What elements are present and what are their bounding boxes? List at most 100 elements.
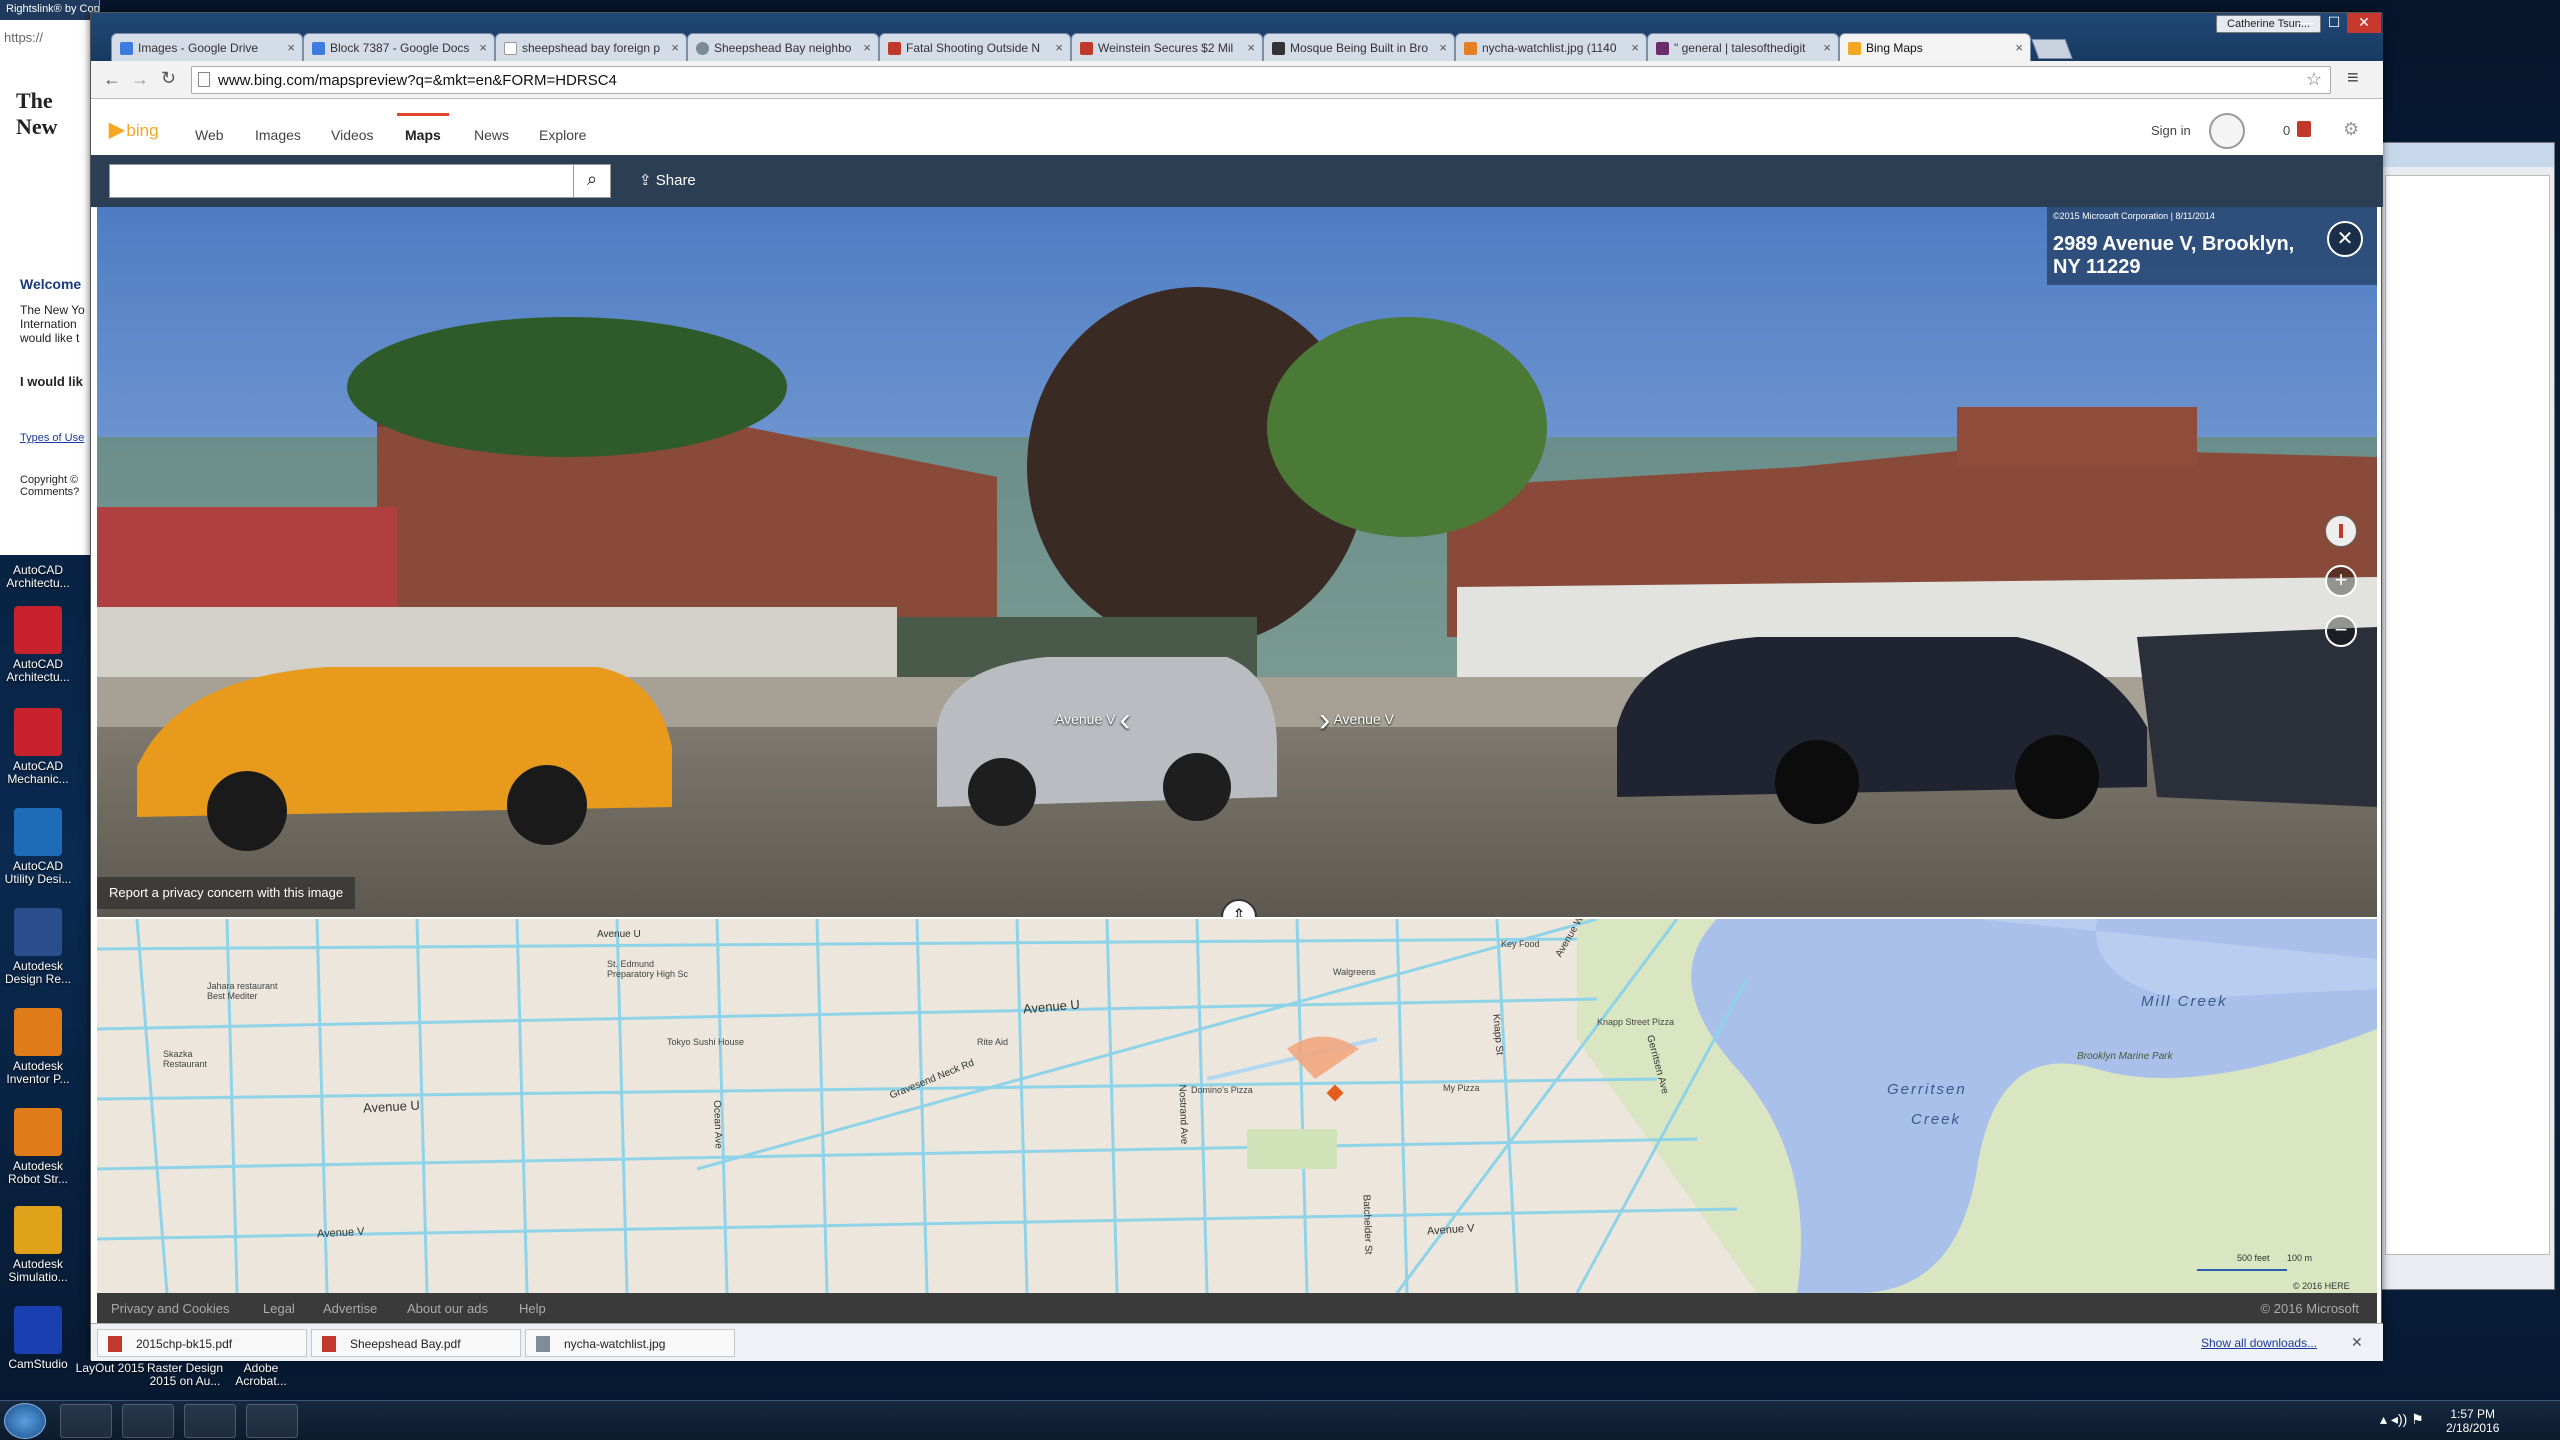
desktop-icon[interactable]: Autodesk Inventor P...	[0, 1008, 76, 1086]
maximize-button[interactable]: ☐	[2319, 13, 2349, 33]
poi-label[interactable]: St. Edmund Preparatory High Sc	[607, 959, 697, 979]
new-tab-button[interactable]	[2031, 39, 2073, 59]
download-item[interactable]: 2015chp-bk15.pdf	[97, 1329, 307, 1357]
zoom-out-button[interactable]: −	[2325, 615, 2357, 647]
desktop-icon[interactable]: AutoCAD Utility Desi...	[0, 808, 76, 886]
settings-gear-icon[interactable]: ⚙	[2343, 119, 2359, 140]
chrome-menu-icon[interactable]: ≡	[2347, 67, 2359, 90]
start-button[interactable]	[4, 1403, 46, 1439]
sign-in-link[interactable]: Sign in	[2151, 123, 2191, 138]
nav-maps[interactable]: Maps	[405, 127, 441, 143]
browser-tab-active[interactable]: Bing Maps ×	[1839, 33, 2031, 61]
close-streetside-button[interactable]: ✕	[2327, 221, 2363, 257]
poi-label[interactable]: Key Food	[1501, 939, 1540, 949]
desktop-icon[interactable]: Autodesk Simulatio...	[0, 1206, 76, 1284]
footer-link[interactable]: Legal	[263, 1301, 295, 1316]
app-taskbar-icon[interactable]	[184, 1404, 236, 1438]
map-view[interactable]: Mill Creek Gerritsen Creek Brooklyn Mari…	[97, 919, 2377, 1293]
types-of-use-link[interactable]: Types of Use	[20, 432, 84, 444]
search-icon[interactable]: ⌕	[573, 164, 611, 198]
explorer-taskbar-icon[interactable]	[122, 1404, 174, 1438]
download-item[interactable]: nycha-watchlist.jpg	[525, 1329, 735, 1357]
nav-arrow-right[interactable]: › Avenue V	[1319, 701, 1394, 740]
chrome-taskbar-icon[interactable]	[60, 1404, 112, 1438]
rewards-count[interactable]: 0	[2283, 123, 2290, 138]
close-downloads-icon[interactable]: ✕	[2351, 1334, 2363, 1351]
nav-arrow-left[interactable]: Avenue V ‹	[1055, 701, 1131, 740]
close-tab-icon[interactable]: ×	[1439, 40, 1447, 55]
poi-label[interactable]: Walgreens	[1333, 967, 1376, 977]
desktop-icon[interactable]: AutoCAD Architectu...	[0, 606, 76, 684]
footer-link[interactable]: Privacy and Cookies	[111, 1301, 230, 1316]
footer-link[interactable]: About our ads	[407, 1301, 488, 1316]
system-tray-icons[interactable]: ▴ ◂)) ⚑	[2380, 1411, 2424, 1428]
reload-icon[interactable]: ↻	[161, 68, 176, 89]
nav-videos[interactable]: Videos	[331, 127, 374, 143]
close-tab-icon[interactable]: ×	[1823, 40, 1831, 55]
poi-label[interactable]: Rite Aid	[977, 1037, 1008, 1047]
browser-tab[interactable]: Weinstein Secures $2 Mil ×	[1071, 33, 1263, 61]
imagery-copyright: ©2015 Microsoft Corporation | 8/11/2014	[2053, 211, 2215, 221]
download-item[interactable]: Sheepshead Bay.pdf	[311, 1329, 521, 1357]
poi-label[interactable]: Tokyo Sushi House	[667, 1037, 744, 1047]
nav-news[interactable]: News	[474, 127, 509, 143]
browser-tab[interactable]: Sheepshead Bay neighbo ×	[687, 33, 879, 61]
desktop-icon[interactable]: AutoCAD Mechanic...	[0, 708, 76, 786]
minimize-button[interactable]: —	[2291, 13, 2321, 33]
map-search-input[interactable]	[109, 164, 577, 198]
close-tab-icon[interactable]: ×	[1055, 40, 1063, 55]
back-arrow-icon[interactable]: ←	[103, 69, 121, 90]
poi-label[interactable]: Knapp Street Pizza	[1597, 1017, 1674, 1027]
google-search-icon	[504, 42, 517, 55]
nav-web[interactable]: Web	[195, 127, 224, 143]
desktop-icon[interactable]: Autodesk Design Re...	[0, 908, 76, 986]
browser-tab[interactable]: Block 7387 - Google Docs ×	[303, 33, 495, 61]
nav-explore[interactable]: Explore	[539, 127, 586, 143]
desktop-icon[interactable]: CamStudio	[0, 1306, 76, 1371]
right-background-window[interactable]	[2380, 142, 2555, 1290]
desktop-icon-label[interactable]: LayOut 2015	[70, 1362, 150, 1375]
compass-icon[interactable]	[2325, 515, 2357, 547]
close-tab-icon[interactable]: ×	[671, 40, 679, 55]
show-all-downloads-link[interactable]: Show all downloads...	[2201, 1336, 2317, 1350]
poi-label[interactable]: Skazka Restaurant	[163, 1049, 223, 1069]
forward-arrow-icon[interactable]: →	[131, 69, 149, 90]
browser-tab[interactable]: Fatal Shooting Outside N ×	[879, 33, 1071, 61]
privacy-report-link[interactable]: Report a privacy concern with this image	[97, 877, 356, 909]
desktop-icon[interactable]: AutoCAD Architectu...	[0, 560, 76, 590]
close-tab-icon[interactable]: ×	[2015, 40, 2023, 55]
address-bar[interactable]: www.bing.com/mapspreview?q=&mkt=en&FORM=…	[191, 66, 2331, 94]
browser-tab[interactable]: Images - Google Drive ×	[111, 33, 303, 61]
poi-label[interactable]: My Pizza	[1443, 1083, 1480, 1093]
close-tab-icon[interactable]: ×	[1247, 40, 1255, 55]
bing-logo[interactable]: ▶ bing	[109, 117, 159, 142]
close-tab-icon[interactable]: ×	[1631, 40, 1639, 55]
browser-tab[interactable]: sheepshead bay foreign p ×	[495, 33, 687, 61]
poi-label[interactable]: Jahara restaurant Best Mediter	[207, 981, 287, 1001]
zoom-in-button[interactable]: +	[2325, 565, 2357, 597]
desktop-icon-label[interactable]: Raster Design 2015 on Au...	[140, 1362, 230, 1388]
share-button[interactable]: ⇪ Share	[639, 171, 696, 189]
desktop-icon[interactable]: Autodesk Robot Str...	[0, 1108, 76, 1186]
close-tab-icon[interactable]: ×	[287, 40, 295, 55]
poi-label[interactable]: Domino's Pizza	[1191, 1085, 1253, 1095]
system-clock[interactable]: 1:57 PM 2/18/2016	[2446, 1407, 2499, 1435]
app-taskbar-icon[interactable]	[246, 1404, 298, 1438]
close-tab-icon[interactable]: ×	[479, 40, 487, 55]
bing-footer: Privacy and Cookies Legal Advertise Abou…	[97, 1293, 2377, 1323]
footer-link[interactable]: Help	[519, 1301, 546, 1316]
desktop-icon-label[interactable]: Adobe Acrobat...	[226, 1362, 296, 1388]
streetside-view[interactable]: ©2015 Microsoft Corporation | 8/11/2014 …	[97, 207, 2377, 917]
bookmark-star-icon[interactable]: ☆	[2306, 69, 2322, 90]
background-browser-window[interactable]: Rightslink® by Copyright Clearance Cente…	[0, 0, 100, 555]
rewards-medal-icon[interactable]	[2297, 121, 2311, 137]
browser-tab[interactable]: Mosque Being Built in Bro ×	[1263, 33, 1455, 61]
close-tab-icon[interactable]: ×	[863, 40, 871, 55]
footer-link[interactable]: Advertise	[323, 1301, 377, 1316]
nav-images[interactable]: Images	[255, 127, 301, 143]
bing-header: ▶ bing Web Images Videos Maps News Explor…	[91, 99, 2383, 155]
user-avatar-icon[interactable]	[2209, 113, 2245, 149]
browser-tab[interactable]: nycha-watchlist.jpg (1140 ×	[1455, 33, 1647, 61]
close-window-button[interactable]: ✕	[2347, 13, 2381, 33]
browser-tab[interactable]: " general | talesofthedigit ×	[1647, 33, 1839, 61]
